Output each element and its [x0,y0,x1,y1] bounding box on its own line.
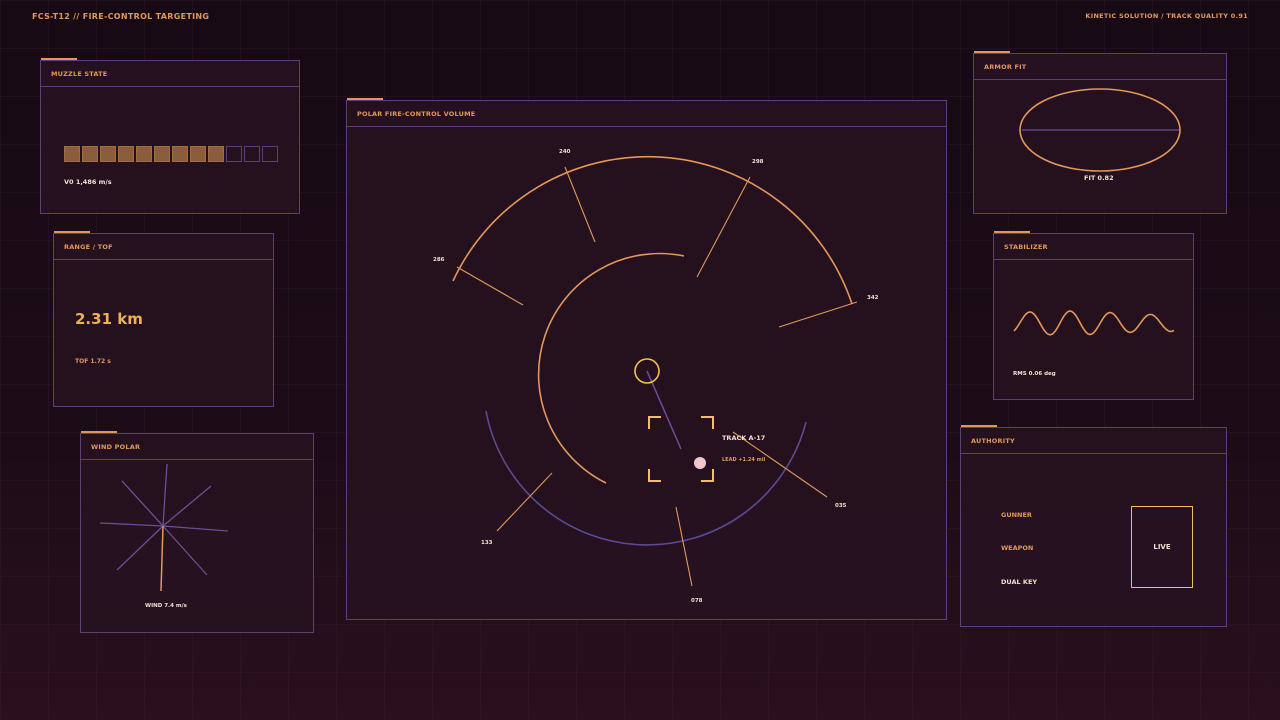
muzzle-segment [82,146,98,162]
wind-polar-panel: WIND POLAR WIND 7.4 m/s [80,431,314,633]
track-id: TRACK A-17 [722,434,765,442]
polar-plot: 240 298 286 342 035 133 078 TRACK A-17 L… [433,149,879,604]
live-status-button[interactable]: LIVE [1131,506,1193,588]
armor-fit-ellipse [1019,88,1181,172]
range-tof-panel: RANGE / TOF 2.31 km TOF 1.72 s [53,231,274,407]
track-quality-status: KINETIC SOLUTION / TRACK QUALITY 0.91 [1085,12,1248,20]
time-of-flight: TOF 1.72 s [75,358,111,365]
muzzle-segment [226,146,242,162]
target-dot [694,457,706,469]
armor-fit-panel: ARMOR FIT FIT 0.82 [973,51,1227,214]
muzzle-segment [208,146,224,162]
muzzle-segment [136,146,152,162]
muzzle-segment [154,146,170,162]
panel-accent [41,58,77,60]
bearing-tick [496,472,553,532]
bearing-tick [564,166,596,243]
panel-accent [81,431,117,433]
bearing-tick [675,506,693,587]
polar-volume-panel: POLAR FIRE-CONTROL VOLUME 240 298 286 34… [346,98,947,620]
panel-title: MUZZLE STATE [51,70,108,78]
wind-spoke [162,485,212,527]
range-value: 2.31 km [75,310,143,328]
authority-gunner: GUNNER [1001,511,1032,519]
panel-accent [974,51,1010,53]
panel-accent [961,425,997,427]
panel-accent [347,98,383,100]
muzzle-velocity: V0 1,486 m/s [64,178,112,186]
bearing-label: 078 [691,598,703,604]
stabilizer-panel: STABILIZER RMS 0.06 deg [993,231,1194,400]
bearing-tick [778,301,858,328]
wind-vector [160,525,164,592]
wind-spoke [162,463,168,527]
muzzle-segment [262,146,278,162]
authority-dual-key: DUAL KEY [1001,578,1038,586]
muzzle-state-panel: MUZZLE STATE V0 1,486 m/s [40,58,300,214]
bearing-label: 286 [433,257,445,263]
panel-accent [54,231,90,233]
fit-value: FIT 0.82 [1084,174,1114,182]
wind-spoke [162,525,229,532]
bearing-label: 240 [559,149,571,155]
outer-arc [452,155,853,305]
panel-divider [54,259,273,260]
muzzle-segment [172,146,188,162]
bearing-tick [456,266,524,306]
muzzle-segment [244,146,260,162]
stabilizer-trace [1013,310,1175,336]
stabilizer-rms: RMS 0.06 deg [1013,371,1056,377]
muzzle-segment [190,146,206,162]
authority-panel: AUTHORITY GUNNER WEAPON DUAL KEY LIVE [960,425,1227,627]
wind-speed: WIND 7.4 m/s [145,603,187,609]
wind-spoke [121,480,164,527]
wind-spoke [116,525,164,571]
muzzle-segment [118,146,134,162]
panel-divider [41,86,299,87]
lower-arc [485,410,807,546]
authority-weapon: WEAPON [1001,544,1034,552]
panel-title: AUTHORITY [971,437,1015,445]
inner-arc [537,252,685,484]
bearing-label: 035 [835,503,847,509]
wind-spoke [99,522,164,527]
bearing-tick [696,176,751,278]
panel-accent [994,231,1030,233]
muzzle-segment [100,146,116,162]
lead-value: LEAD +1.24 mil [722,457,766,463]
wind-rose [99,463,229,592]
bearing-label: 342 [867,295,879,301]
app-title: FCS-T12 // FIRE-CONTROL TARGETING [32,12,210,21]
bearing-label: 133 [481,540,493,546]
bearing-label: 298 [752,159,764,165]
panel-divider [961,453,1226,454]
muzzle-segment [64,146,80,162]
muzzle-segment-bar [64,146,278,162]
wind-spoke [162,525,208,576]
panel-title: RANGE / TOF [64,243,113,251]
